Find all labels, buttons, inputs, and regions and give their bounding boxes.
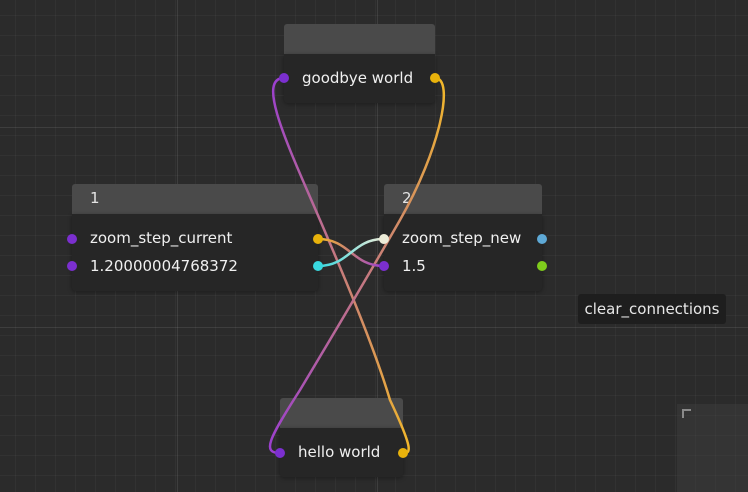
input-port[interactable] <box>275 448 285 458</box>
clear-connections-button[interactable]: clear_connections <box>578 294 726 324</box>
output-port[interactable] <box>430 73 440 83</box>
input-port[interactable] <box>379 234 389 244</box>
minimap[interactable] <box>677 404 748 492</box>
output-port[interactable] <box>537 261 547 271</box>
output-port[interactable] <box>313 234 323 244</box>
resize-grip-icon[interactable] <box>682 409 691 418</box>
output-port[interactable] <box>313 261 323 271</box>
wire-goodbye-to-hello-return <box>268 76 446 455</box>
input-port[interactable] <box>67 234 77 244</box>
input-port[interactable] <box>379 261 389 271</box>
wire-node1-value-to-node2 <box>316 237 386 268</box>
input-port[interactable] <box>279 73 289 83</box>
output-port[interactable] <box>398 448 408 458</box>
connection-wires <box>268 76 446 455</box>
output-port[interactable] <box>537 234 547 244</box>
input-port[interactable] <box>67 261 77 271</box>
